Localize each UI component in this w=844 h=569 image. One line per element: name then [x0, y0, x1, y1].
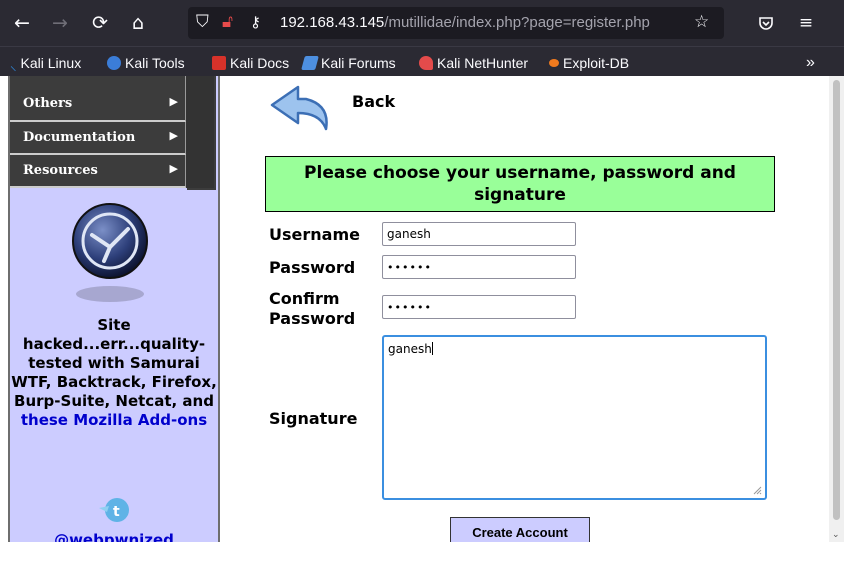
username-label: Username	[269, 225, 360, 244]
text-caret	[431, 342, 433, 355]
twitter-handle-link[interactable]: @webpwnized	[10, 531, 218, 542]
bookmark-exploit-db[interactable]: Exploit-DB	[549, 53, 629, 73]
bookmark-kali-tools[interactable]: Kali Tools	[107, 53, 185, 73]
pocket-icon[interactable]	[752, 9, 780, 37]
sidebar-item-documentation[interactable]: Documentation ▶	[10, 122, 186, 155]
exploit-db-icon	[549, 59, 559, 67]
overflow-label: »	[806, 54, 815, 71]
left-sidebar: Others ▶ Documentation ▶ Resources ▶ Sit…	[8, 76, 220, 542]
menu-item-label: Others	[23, 96, 73, 111]
resize-grip-icon[interactable]	[753, 486, 762, 495]
bookmark-kali-docs[interactable]: Kali Docs	[212, 53, 289, 73]
bookmark-label: Kali Docs	[230, 55, 290, 71]
confirm-label-line1: Confirm	[269, 289, 340, 308]
kali-forums-icon	[301, 56, 319, 70]
key-icon[interactable]: ⚷	[250, 13, 261, 31]
insecure-lock-icon[interactable]: 🔓︎	[222, 12, 233, 32]
reload-icon[interactable]: ⟳	[86, 9, 114, 37]
bookmark-label: Kali NetHunter	[437, 55, 529, 71]
chevron-right-icon: ▶	[169, 95, 178, 108]
kali-docs-icon	[212, 56, 226, 70]
confirm-label-line2: Password	[269, 309, 356, 328]
browser-toolbar: ← → ⟳ ⌂ ⛉ 🔓︎ ⚷ 192.168.43.145/mutillidae…	[0, 0, 844, 46]
home-icon[interactable]: ⌂	[124, 9, 152, 37]
menu-item-label: Resources	[23, 163, 98, 178]
bookmark-label: Kali Forums	[321, 55, 396, 71]
password-input[interactable]: ••••••	[382, 255, 576, 279]
signature-label: Signature	[269, 409, 358, 428]
page-scrollbar[interactable]: ⌄	[829, 76, 844, 542]
back-link[interactable]: Back	[352, 92, 395, 111]
menu-item-label: Documentation	[23, 130, 136, 145]
scrollbar-thumb[interactable]	[833, 80, 840, 520]
mozilla-addons-link[interactable]: these Mozilla Add-ons	[21, 411, 207, 429]
site-tested-text: Site hacked...err...quality-tested with …	[10, 316, 218, 430]
sidebar-menu: Others ▶ Documentation ▶ Resources ▶	[10, 76, 214, 188]
nethunter-icon	[419, 56, 433, 70]
back-nav-icon[interactable]: ←	[8, 9, 36, 37]
menu-hamburger-icon[interactable]: ≡	[792, 9, 820, 37]
username-input[interactable]: ganesh	[382, 222, 576, 246]
sidebar-item-resources[interactable]: Resources ▶	[10, 155, 186, 188]
forward-nav-icon[interactable]: →	[46, 9, 74, 37]
shield-icon[interactable]: ⛉	[196, 12, 209, 32]
bookmark-star-icon[interactable]: ☆	[694, 12, 709, 32]
bookmark-label: Kali Linux	[20, 55, 82, 71]
bookmark-label: Exploit-DB	[563, 55, 630, 71]
bookmark-kali-linux[interactable]: ⸜ Kali Linux	[10, 53, 81, 73]
url-bar[interactable]: ⛉ 🔓︎ ⚷ 192.168.43.145/mutillidae/index.p…	[188, 7, 724, 39]
screen: ← → ⟳ ⌂ ⛉ 🔓︎ ⚷ 192.168.43.145/mutillidae…	[0, 0, 844, 569]
back-arrow-icon[interactable]	[268, 83, 336, 133]
page-content: Others ▶ Documentation ▶ Resources ▶ Sit…	[0, 76, 829, 542]
create-account-button[interactable]: Create Account	[450, 517, 590, 542]
bookmark-kali-nethunter[interactable]: Kali NetHunter	[419, 53, 528, 73]
window-bottom	[0, 542, 844, 569]
sidebar-item-others[interactable]: Others ▶	[10, 76, 186, 122]
bookmark-kali-forums[interactable]: Kali Forums	[301, 53, 396, 73]
logo-reflection	[76, 286, 144, 302]
scroll-down-icon[interactable]: ⌄	[832, 530, 840, 540]
password-label: Password	[269, 258, 356, 277]
owasp-logo-icon	[72, 203, 148, 279]
chevron-right-icon: ▶	[169, 162, 178, 175]
svg-text:t: t	[113, 504, 120, 520]
bookmarks-overflow-icon[interactable]: »	[806, 53, 815, 73]
kali-tools-icon	[107, 56, 121, 70]
form-heading: Please choose your username, password an…	[265, 156, 775, 212]
confirm-password-label: Confirm Password	[269, 289, 355, 329]
chevron-right-icon: ▶	[169, 129, 178, 142]
bookmark-label: Kali Tools	[125, 55, 185, 71]
kali-dragon-icon: ⸜	[10, 58, 17, 73]
bookmarks-toolbar: ⸜ Kali Linux Kali Tools Kali Docs Kali F…	[0, 46, 844, 76]
signature-textarea[interactable]: ganesh	[382, 335, 767, 500]
confirm-password-input[interactable]: ••••••	[382, 295, 576, 319]
twitter-bird-icon[interactable]: t	[95, 494, 131, 526]
site-text-body: Site hacked...err...quality-tested with …	[11, 316, 217, 410]
signature-text: ganesh	[388, 342, 432, 356]
url-text[interactable]: 192.168.43.145/mutillidae/index.php?page…	[280, 14, 650, 31]
